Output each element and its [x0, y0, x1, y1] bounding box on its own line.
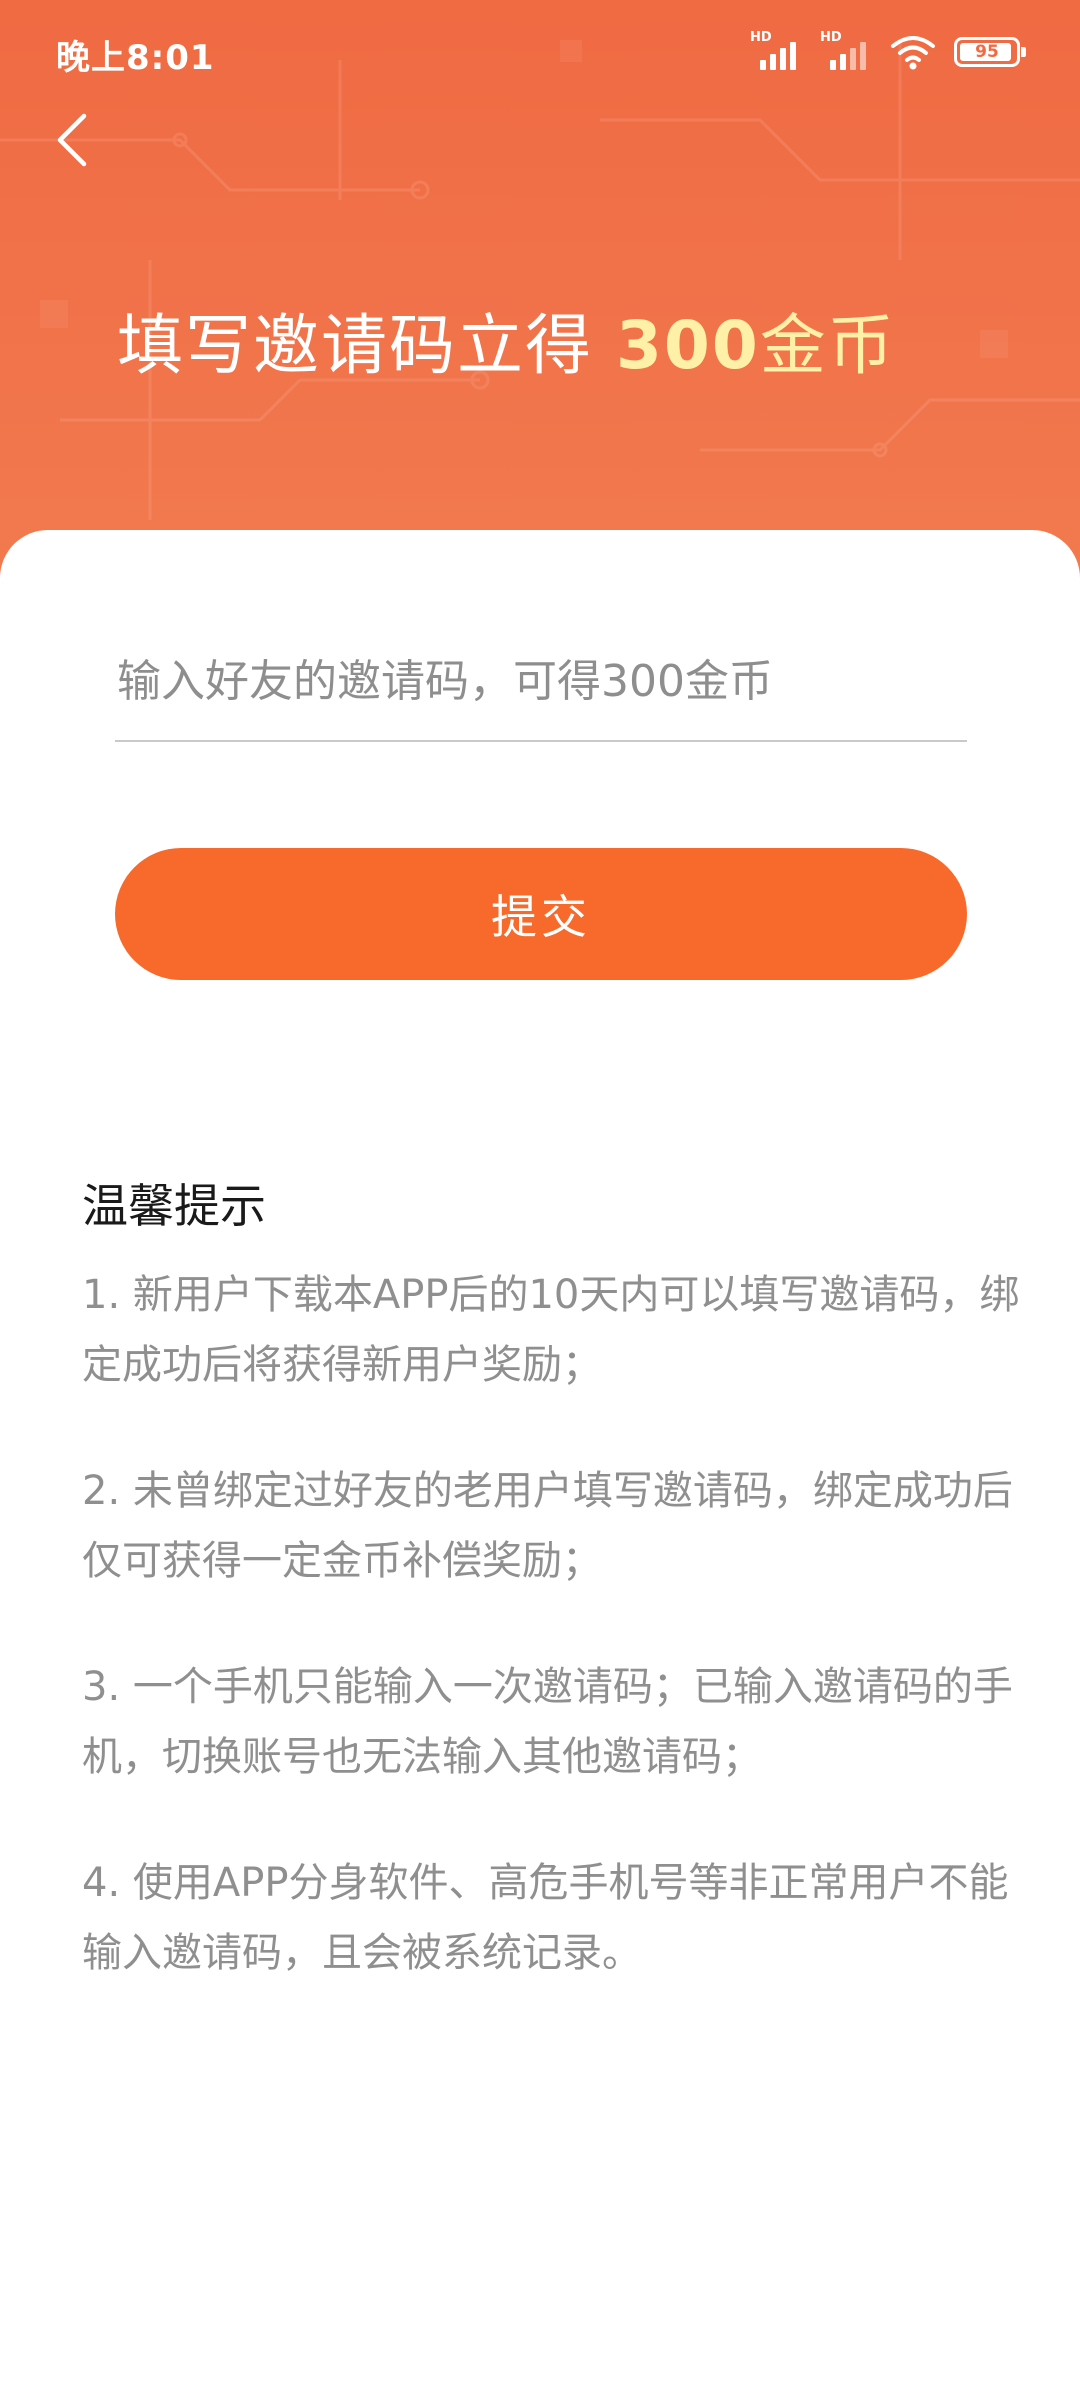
chevron-left-icon	[57, 113, 87, 167]
hd-signal-icon: HD	[750, 30, 802, 72]
battery-icon: 95	[954, 37, 1026, 67]
hero-title-amount: 300	[615, 307, 760, 384]
hero-banner: 晚上8:01 HD HD 95 填写邀请码立得 300金币	[0, 0, 1080, 600]
status-time: 晚上8:01	[56, 38, 215, 78]
status-bar: 晚上8:01 HD HD 95	[0, 0, 1080, 100]
invite-code-input[interactable]	[115, 640, 967, 742]
submit-button[interactable]: 提交	[115, 848, 967, 980]
hero-title-unit: 金币	[759, 307, 896, 384]
tip-item: 1. 新用户下载本APP后的10天内可以填写邀请码，绑定成功后将获得新用户奖励；	[82, 1272, 1020, 1388]
invite-form-card: 提交 温馨提示 1. 新用户下载本APP后的10天内可以填写邀请码，绑定成功后将…	[0, 530, 1080, 2400]
hero-title: 填写邀请码立得 300金币	[117, 292, 896, 388]
wifi-icon	[891, 36, 935, 70]
tips-title: 温馨提示	[82, 1179, 266, 1233]
invite-code-screen: 晚上8:01 HD HD 95 填写邀请码立得 300金币 输入好友的邀请码，可…	[0, 0, 1080, 2400]
back-button[interactable]	[40, 108, 104, 172]
hd-signal-icon: HD	[820, 30, 872, 72]
tip-item: 4. 使用APP分身软件、高危手机号等非正常用户不能输入邀请码，且会被系统记录。	[82, 1860, 1009, 1976]
battery-level: 95	[975, 42, 999, 62]
status-icons: HD HD 95	[750, 30, 1026, 74]
hero-title-prefix: 填写邀请码立得	[117, 307, 616, 384]
tips-list: 1. 新用户下载本APP后的10天内可以填写邀请码，绑定成功后将获得新用户奖励；…	[82, 1260, 1022, 2044]
tip-item: 3. 一个手机只能输入一次邀请码；已输入邀请码的手机，切换账号也无法输入其他邀请…	[82, 1664, 1013, 1780]
tip-item: 2. 未曾绑定过好友的老用户填写邀请码，绑定成功后仅可获得一定金币补偿奖励；	[82, 1468, 1013, 1584]
